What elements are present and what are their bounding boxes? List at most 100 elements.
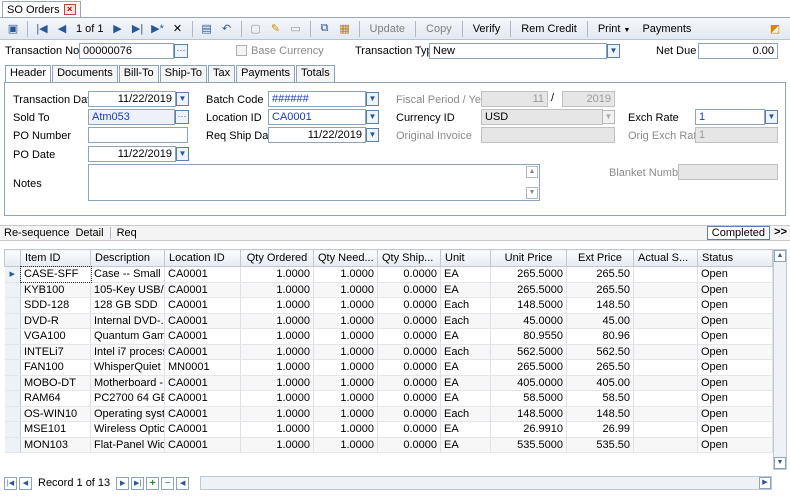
transaction-no-field[interactable]: 00000076 <box>79 43 174 59</box>
remove-row-icon[interactable]: − <box>161 476 175 490</box>
table-cell[interactable]: 1.0000 <box>313 282 378 298</box>
table-cell[interactable]: 0.0000 <box>377 390 441 407</box>
table-cell[interactable]: 1.0000 <box>313 266 378 283</box>
table-cell[interactable]: CASE-SFF <box>19 265 92 283</box>
table-cell[interactable]: OS-WIN10 <box>20 406 91 422</box>
new-record-icon[interactable]: ▶* <box>149 20 167 38</box>
table-cell[interactable]: Each <box>440 406 491 422</box>
rem-credit-button[interactable]: Rem Credit <box>516 23 582 35</box>
row-indicator[interactable] <box>4 421 21 438</box>
table-cell[interactable]: 58.5000 <box>490 390 567 407</box>
table-row[interactable]: MOBO-DT Motherboard -... CA0001 1.0000 1.000… <box>4 375 773 391</box>
scroll-up-icon[interactable]: ▲ <box>526 166 538 178</box>
tab-payments[interactable]: Payments <box>236 65 296 82</box>
notes-icon[interactable]: ▭ <box>287 20 305 38</box>
table-cell[interactable]: CA0001 <box>164 406 241 422</box>
table-cell[interactable]: 0.0000 <box>377 421 441 438</box>
table-cell[interactable]: EA <box>440 375 491 391</box>
table-cell[interactable]: Each <box>440 313 491 329</box>
table-cell[interactable]: 265.5000 <box>490 359 567 376</box>
table-cell[interactable]: Internal DVD-... <box>90 313 165 329</box>
table-row[interactable]: ▶CASE-SFFCase -- Small F...CA00011.00001… <box>4 265 773 283</box>
table-cell[interactable]: CA0001 <box>164 282 241 298</box>
table-cell[interactable]: Open <box>697 313 773 329</box>
row-indicator[interactable] <box>4 344 21 360</box>
column-header[interactable]: Qty Ship... <box>377 249 441 267</box>
next-record-icon[interactable]: ▶ <box>116 476 130 490</box>
row-indicator[interactable] <box>4 406 21 422</box>
batch-code-field[interactable]: ###### <box>268 91 366 107</box>
close-icon[interactable]: × <box>63 4 76 15</box>
table-cell[interactable]: WhisperQuiet ... <box>90 359 165 376</box>
table-cell[interactable]: 1.0000 <box>240 359 314 376</box>
copy-icon[interactable]: ⧉ <box>316 20 334 38</box>
table-cell[interactable]: 265.50 <box>566 282 634 298</box>
table-cell[interactable] <box>633 359 698 376</box>
table-cell[interactable]: 265.50 <box>566 266 634 283</box>
table-cell[interactable]: Open <box>697 344 773 360</box>
grid-horizontal-scrollbar[interactable]: ▶ <box>200 476 772 490</box>
lookup-button[interactable]: ··· <box>175 110 189 124</box>
table-cell[interactable]: 265.50 <box>566 359 634 376</box>
table-cell[interactable] <box>633 437 698 453</box>
payments-button[interactable]: Payments <box>637 23 696 35</box>
table-cell[interactable]: MON103 <box>20 437 91 453</box>
table-cell[interactable]: 265.5000 <box>490 266 567 283</box>
table-cell[interactable]: 1.0000 <box>313 359 378 376</box>
table-cell[interactable]: 148.5000 <box>490 406 567 422</box>
last-record-icon[interactable]: ▶| <box>129 20 147 38</box>
copy-button[interactable]: Copy <box>421 23 457 35</box>
table-cell[interactable]: 0.0000 <box>377 297 441 314</box>
table-cell[interactable]: Open <box>697 421 773 438</box>
undo-icon[interactable]: ↶ <box>218 20 236 38</box>
table-cell[interactable]: 1.0000 <box>313 297 378 314</box>
column-header[interactable]: Status <box>697 249 773 267</box>
next-record-icon[interactable]: ▶ <box>109 20 127 38</box>
table-cell[interactable]: EA <box>440 282 491 298</box>
column-header[interactable]: Item ID <box>20 249 91 267</box>
notes-field[interactable] <box>88 164 540 201</box>
delete-icon[interactable]: ✕ <box>169 20 187 38</box>
save-icon[interactable]: ▣ <box>4 20 22 38</box>
calendar-dropdown-icon[interactable]: ▼ <box>176 147 189 161</box>
table-cell[interactable]: Open <box>697 437 773 453</box>
table-cell[interactable]: 405.00 <box>566 375 634 391</box>
table-cell[interactable] <box>633 328 698 345</box>
column-header[interactable]: Qty Ordered <box>240 249 314 267</box>
lookup-button[interactable]: ··· <box>174 44 188 58</box>
chevron-down-icon[interactable]: ▼ <box>765 110 778 124</box>
table-cell[interactable]: Motherboard -... <box>90 375 165 391</box>
more-button[interactable]: >> <box>774 226 787 238</box>
column-header[interactable]: Unit <box>440 249 491 267</box>
table-cell[interactable]: 1.0000 <box>240 344 314 360</box>
chevron-down-icon[interactable]: ▼ <box>366 110 379 124</box>
row-indicator[interactable] <box>4 282 21 298</box>
table-cell[interactable]: 0.0000 <box>377 437 441 453</box>
req-button[interactable]: Req <box>117 227 137 239</box>
table-cell[interactable]: 0.0000 <box>377 359 441 376</box>
table-cell[interactable]: MSE101 <box>20 421 91 438</box>
table-cell[interactable]: Open <box>697 390 773 407</box>
table-cell[interactable]: 1.0000 <box>240 421 314 438</box>
table-cell[interactable]: 128 GB SDD <box>90 297 165 314</box>
row-indicator[interactable] <box>4 375 21 391</box>
table-row[interactable]: MSE101Wireless Optic...CA00011.00001.000… <box>4 421 773 438</box>
table-cell[interactable]: 562.5000 <box>490 344 567 360</box>
table-cell[interactable]: CA0001 <box>164 266 241 283</box>
table-cell[interactable] <box>633 344 698 360</box>
table-cell[interactable]: Case -- Small F... <box>90 266 165 283</box>
table-cell[interactable]: 1.0000 <box>240 390 314 407</box>
table-cell[interactable]: Quantum Gami... <box>90 328 165 345</box>
table-cell[interactable]: 535.50 <box>566 437 634 453</box>
table-row[interactable]: SDD-128 128 GB SDD CA0001 1.0000 1.0000 0.000… <box>4 297 773 314</box>
table-cell[interactable]: EA <box>440 266 491 283</box>
row-indicator[interactable] <box>4 297 21 314</box>
table-cell[interactable]: 0.0000 <box>377 282 441 298</box>
row-indicator[interactable] <box>4 313 21 329</box>
table-cell[interactable]: VGA100 <box>20 328 91 345</box>
po-number-field[interactable] <box>88 127 188 143</box>
table-cell[interactable]: 0.0000 <box>377 266 441 283</box>
table-cell[interactable]: 1.0000 <box>313 421 378 438</box>
previous-record-icon[interactable]: ◀ <box>53 20 71 38</box>
table-cell[interactable]: 1.0000 <box>240 406 314 422</box>
